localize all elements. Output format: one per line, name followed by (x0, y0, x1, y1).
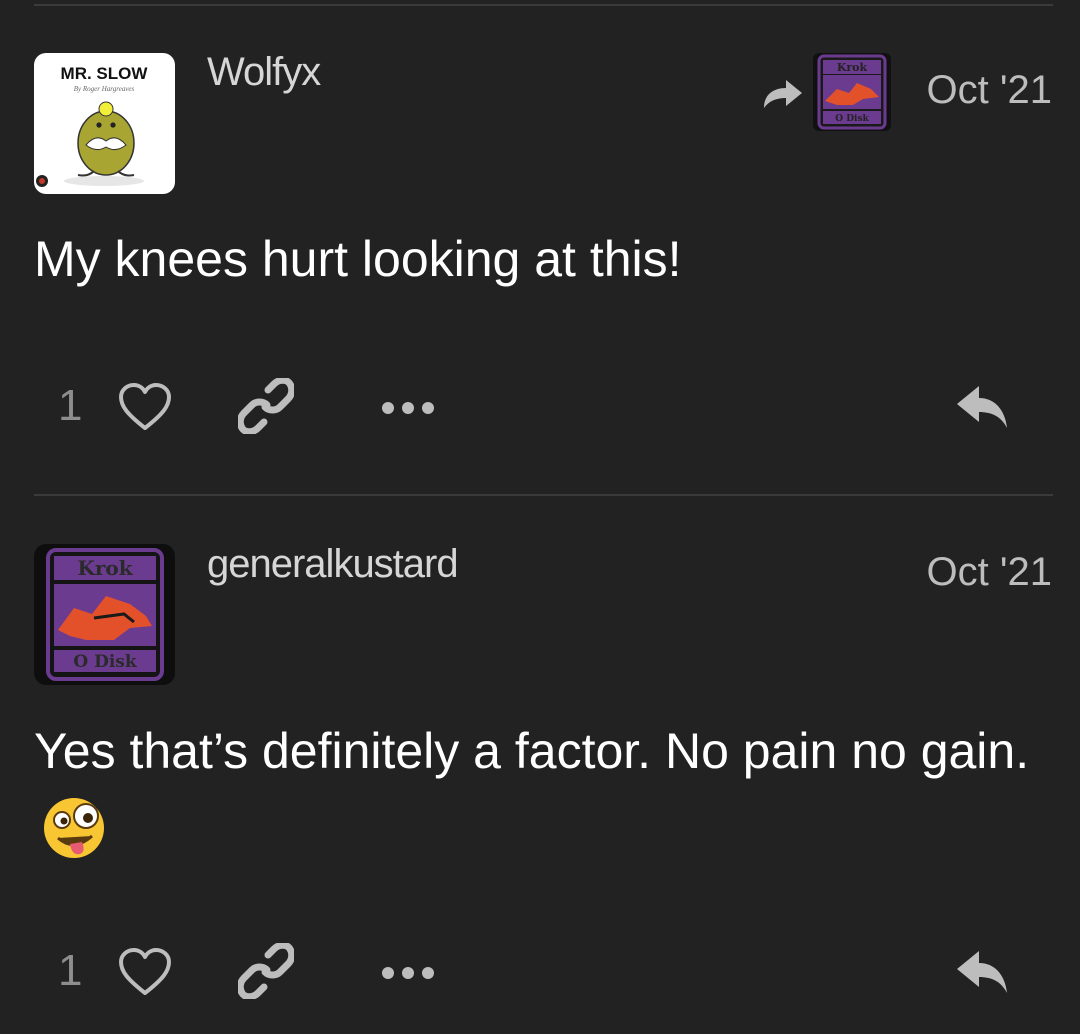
krok-bottom-text: O Disk (73, 652, 137, 672)
username[interactable]: generalkustard (207, 542, 459, 587)
link-icon[interactable] (238, 943, 294, 999)
heart-icon[interactable] (117, 947, 173, 997)
share-reply-arrow-icon (764, 80, 802, 108)
post-actions: 1 (0, 378, 1080, 438)
heart-icon[interactable] (117, 382, 173, 432)
post-body: My knees hurt looking at this! (34, 231, 682, 287)
more-icon[interactable] (380, 398, 436, 418)
more-icon[interactable] (380, 963, 436, 983)
mini-krok-bottom: O Disk (835, 114, 869, 124)
username[interactable]: Wolfyx (207, 50, 321, 95)
divider-between-posts (34, 494, 1053, 496)
like-count: 1 (58, 381, 83, 430)
post-body-text: Yes that’s definitely a factor. No pain … (34, 723, 1030, 779)
krok-avatar-image: Krok O Disk (46, 548, 164, 681)
post-actions: 1 (0, 943, 1080, 1003)
reply-to-avatar[interactable]: Krok O Disk (813, 53, 891, 131)
zany-face-emoji-icon (44, 798, 104, 858)
like-count: 1 (58, 946, 83, 995)
post-date[interactable]: Oct '21 (927, 550, 1052, 595)
mini-krok-top: Krok (837, 61, 868, 74)
divider-top (34, 4, 1053, 6)
avatar-title: MR. SLOW (61, 64, 149, 83)
reply-icon[interactable] (955, 384, 1011, 432)
krok-top-text: Krok (77, 556, 133, 580)
reply-icon[interactable] (955, 949, 1011, 997)
avatar-mr-slow[interactable]: MR. SLOW By Roger Hargreaves (34, 53, 175, 194)
avatar-krok[interactable]: Krok O Disk (34, 544, 175, 685)
post-body: Yes that’s definitely a factor. No pain … (34, 712, 1044, 868)
link-icon[interactable] (238, 378, 294, 434)
avatar-subtitle: By Roger Hargreaves (74, 85, 135, 93)
krok-avatar-small: Krok O Disk (817, 54, 887, 130)
post-date[interactable]: Oct '21 (927, 68, 1052, 113)
mr-slow-avatar-image: MR. SLOW By Roger Hargreaves (36, 64, 149, 187)
